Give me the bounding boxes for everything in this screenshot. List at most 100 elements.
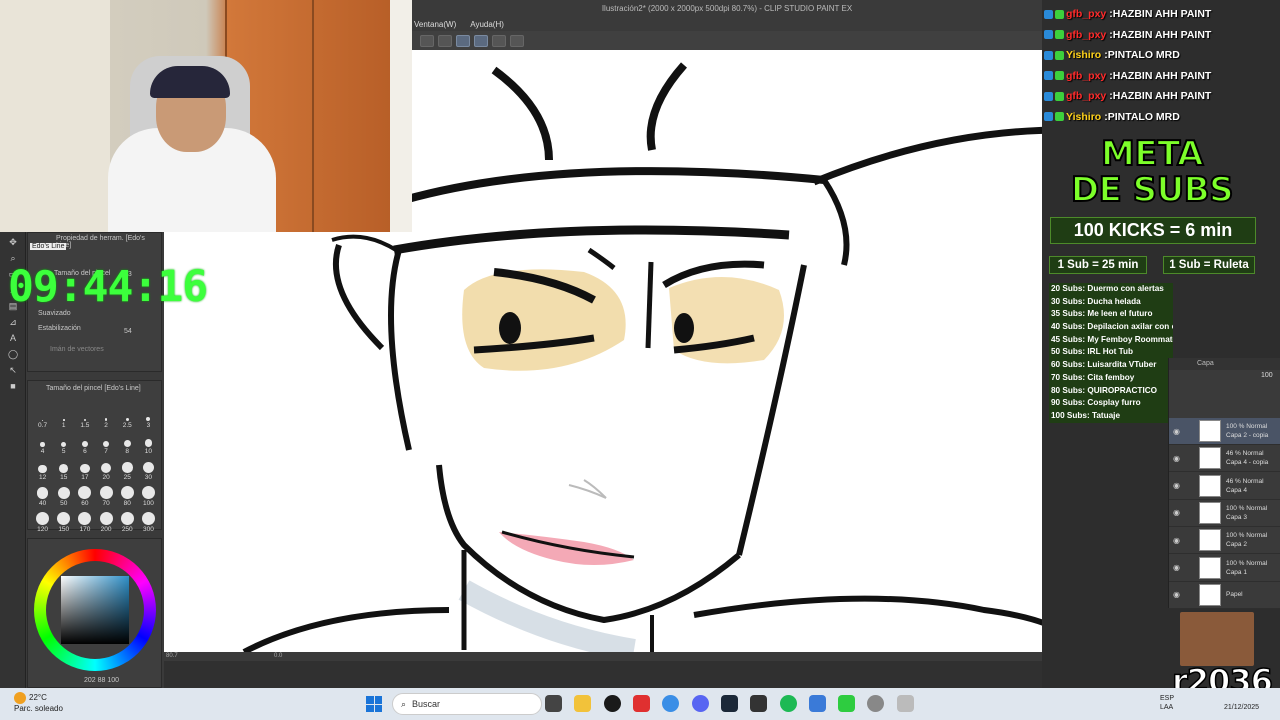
brush-size-option[interactable]: 0.7 [32, 407, 53, 429]
brush-size-option[interactable]: 5 [53, 433, 74, 455]
brush-size-option[interactable]: 170 [74, 511, 95, 533]
brush-size-option[interactable]: 2 [95, 407, 116, 429]
ruler-icon[interactable]: ⊿ [6, 316, 20, 328]
app-icon[interactable] [809, 695, 826, 712]
search-icon: ⌕ [401, 698, 407, 709]
brush-size-option[interactable]: 2.5 [117, 407, 138, 429]
menu-ayuda[interactable]: Ayuda(H) [470, 20, 504, 29]
brush-size-option[interactable]: 7 [95, 433, 116, 455]
visibility-eye-icon[interactable]: ◉ [1173, 563, 1183, 572]
brush-size-option[interactable]: 120 [32, 511, 53, 533]
saturation-picker[interactable] [61, 576, 129, 644]
layer-opacity[interactable]: 100 [1261, 372, 1273, 379]
brush-size-dot [61, 441, 67, 447]
badge-icon [1055, 71, 1064, 81]
lasso-icon[interactable]: ◯ [6, 348, 20, 360]
brush-size-option[interactable]: 1 [53, 407, 74, 429]
language-indicator[interactable]: ESP LAA [1160, 694, 1174, 712]
brush-size-dot [62, 419, 65, 421]
brush-size-option[interactable]: 15 [53, 459, 74, 481]
visibility-eye-icon[interactable]: ◉ [1173, 590, 1183, 599]
brush-size-option[interactable]: 1.5 [74, 407, 95, 429]
move-icon[interactable]: ✥ [6, 236, 20, 248]
sub-goal-item: 20 Subs: Duermo con alertas [1049, 283, 1173, 296]
brush-size-option[interactable]: 20 [95, 459, 116, 481]
text-icon[interactable]: A [6, 332, 20, 344]
layer-row[interactable]: ◉ 46 % Normal Capa 4 - copia [1169, 445, 1280, 473]
brush-size-label: 3 [146, 422, 151, 429]
brush-size-option[interactable]: 8 [117, 433, 138, 455]
taskbar-search[interactable]: ⌕ Buscar [392, 693, 542, 715]
visibility-eye-icon[interactable]: ◉ [1173, 454, 1183, 463]
toolbar-button[interactable] [420, 34, 434, 47]
brush-size-dot [104, 418, 108, 421]
layer-name: Capa 3 [1226, 513, 1247, 521]
steam-icon[interactable] [721, 695, 738, 712]
clip-studio-icon[interactable] [897, 695, 914, 712]
brush-size-option[interactable]: 17 [74, 459, 95, 481]
color-wheel[interactable] [34, 549, 156, 671]
weather-widget[interactable]: 22°C Parc. soleado [14, 692, 63, 714]
wardrobe-seam [312, 0, 314, 232]
operation-icon[interactable]: ↖ [6, 364, 20, 376]
brush-size-label: 120 [37, 526, 48, 533]
layer-thumbnail [1199, 583, 1221, 606]
app-icon[interactable] [838, 695, 855, 712]
brush-size-option[interactable]: 200 [95, 511, 116, 533]
brush-size-option[interactable]: 250 [117, 511, 138, 533]
visibility-eye-icon[interactable]: ◉ [1173, 427, 1183, 436]
file-explorer-icon[interactable] [574, 695, 591, 712]
brush-size-option[interactable]: 60 [74, 485, 95, 507]
sub-goal-item: 90 Subs: Cosplay furro [1049, 397, 1173, 410]
brush-size-option[interactable]: 25 [117, 459, 138, 481]
spotify-icon[interactable] [780, 695, 797, 712]
zoom-value[interactable]: 80.7 [166, 653, 178, 659]
stroke-tool-button[interactable] [474, 34, 488, 47]
brush-size-option[interactable]: 3 [138, 407, 159, 429]
kicks-rule: 100 KICKS = 6 min [1050, 217, 1256, 244]
badge-icon [1055, 91, 1064, 101]
layer-row[interactable]: ◉ 100 % Normal Capa 2 - copia [1169, 418, 1280, 445]
stroke-tool-button[interactable] [456, 34, 470, 47]
app-icon[interactable] [867, 695, 884, 712]
visibility-eye-icon[interactable]: ◉ [1173, 508, 1183, 517]
layer-row[interactable]: ◉ Papel [1169, 582, 1280, 609]
brush-size-option[interactable]: 100 [138, 485, 159, 507]
layer-row[interactable]: ◉ 100 % Normal Capa 2 [1169, 527, 1280, 555]
brush-size-option[interactable]: 150 [53, 511, 74, 533]
chrome-icon[interactable] [662, 695, 679, 712]
layer-info: 46 % Normal Capa 4 [1226, 477, 1264, 495]
app-icon[interactable] [750, 695, 767, 712]
layer-row[interactable]: ◉ 100 % Normal Capa 1 [1169, 555, 1280, 582]
layer-row[interactable]: ◉ 46 % Normal Capa 4 [1169, 473, 1280, 500]
brush-size-option[interactable]: 300 [138, 511, 159, 533]
system-clock[interactable]: 21/12/2025 [1224, 694, 1259, 712]
brush-size-option[interactable]: 10 [138, 433, 159, 455]
visibility-eye-icon[interactable]: ◉ [1173, 481, 1183, 490]
app-icon[interactable] [604, 695, 621, 712]
task-view-icon[interactable] [545, 695, 562, 712]
angle-value[interactable]: 0.0 [274, 653, 282, 659]
app-icon[interactable] [633, 695, 650, 712]
layer-row[interactable]: ◉ 100 % Normal Capa 3 [1169, 500, 1280, 527]
brush-size-option[interactable]: 50 [53, 485, 74, 507]
stabilization-value[interactable]: 54 [124, 328, 132, 335]
badge-icon [1044, 9, 1053, 19]
brush-size-option[interactable]: 80 [117, 485, 138, 507]
help-icon[interactable] [510, 34, 524, 47]
color-wheel-panel: 202 88 100 [27, 538, 162, 688]
start-button[interactable] [366, 696, 382, 712]
menu-ventana[interactable]: Ventana(W) [414, 20, 456, 29]
brush-size-option[interactable]: 30 [138, 459, 159, 481]
brush-size-option[interactable]: 6 [74, 433, 95, 455]
discord-icon[interactable] [692, 695, 709, 712]
brush-size-option[interactable]: 40 [32, 485, 53, 507]
pen-icon[interactable] [492, 34, 506, 47]
toolbar-button[interactable] [438, 34, 452, 47]
chat-text: PINTALO MRD [1107, 49, 1180, 62]
brush-size-option[interactable]: 12 [32, 459, 53, 481]
color-swatch-icon[interactable]: ■ [6, 380, 20, 392]
visibility-eye-icon[interactable]: ◉ [1173, 536, 1183, 545]
brush-size-option[interactable]: 70 [95, 485, 116, 507]
brush-size-option[interactable]: 4 [32, 433, 53, 455]
